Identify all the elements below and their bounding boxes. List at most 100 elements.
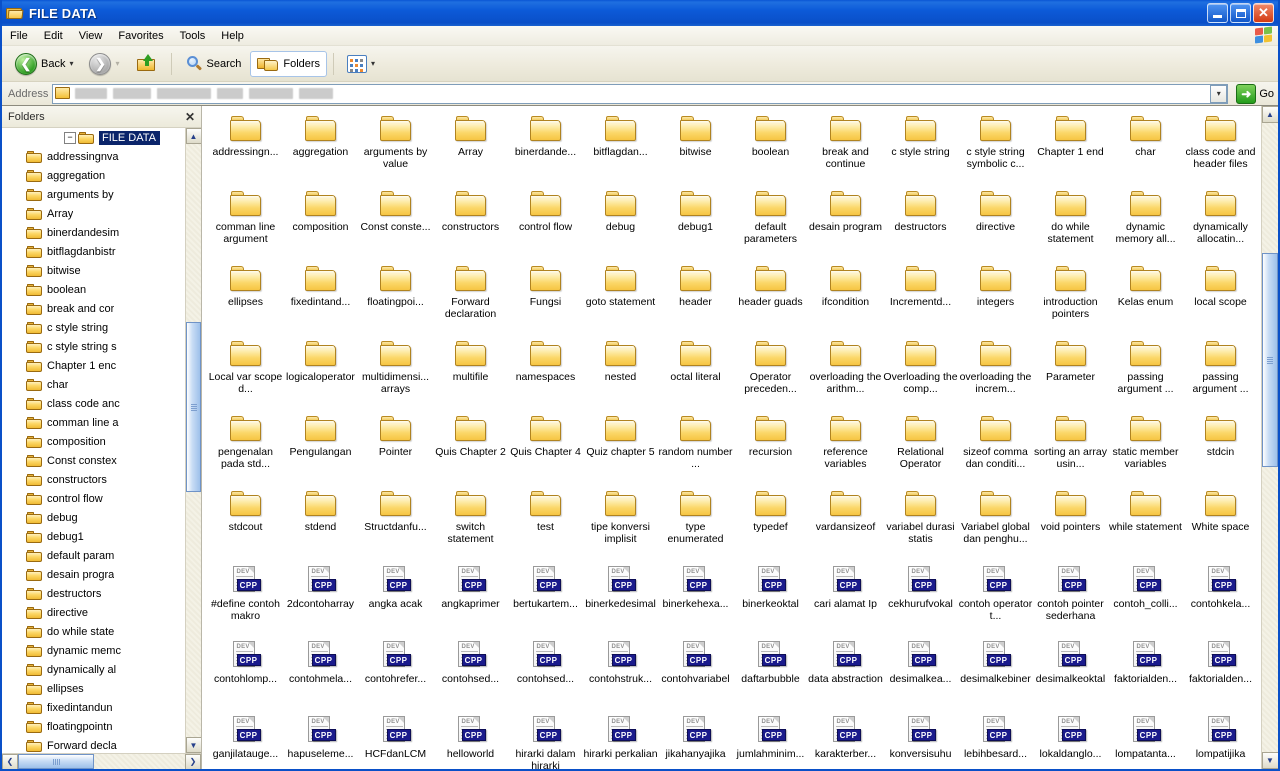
- scroll-left-button[interactable]: ❮: [2, 753, 18, 769]
- scroll-right-button[interactable]: ❯: [185, 753, 201, 769]
- file-item[interactable]: DEV CPP contoh pointer sederhana: [1033, 562, 1108, 637]
- folder-item[interactable]: debug: [583, 187, 658, 262]
- folder-item[interactable]: introduction pointers: [1033, 262, 1108, 337]
- minimize-button[interactable]: [1207, 3, 1228, 23]
- folders-button[interactable]: Folders: [250, 50, 328, 77]
- file-item[interactable]: DEV CPP daftarbubble: [733, 637, 808, 712]
- folder-item[interactable]: comman line argument: [208, 187, 283, 262]
- folder-item[interactable]: Quiz chapter 5: [583, 412, 658, 487]
- file-item[interactable]: DEV CPP contoh operator t...: [958, 562, 1033, 637]
- menu-item-help[interactable]: Help: [213, 28, 252, 44]
- folder-item[interactable]: control flow: [508, 187, 583, 262]
- tree-item[interactable]: comman line a: [24, 413, 185, 432]
- folder-item[interactable]: desain program: [808, 187, 883, 262]
- content-scroll-down-button[interactable]: ▼: [1261, 752, 1278, 769]
- folder-item[interactable]: Array: [433, 112, 508, 187]
- tree-item[interactable]: class code anc: [24, 394, 185, 413]
- folder-item[interactable]: Parameter: [1033, 337, 1108, 412]
- file-item[interactable]: DEV CPP contohkela...: [1183, 562, 1258, 637]
- folder-item[interactable]: overloading the arithm...: [808, 337, 883, 412]
- tree-item[interactable]: directive: [24, 603, 185, 622]
- folder-item[interactable]: debug1: [658, 187, 733, 262]
- file-item[interactable]: DEV CPP bertukartem...: [508, 562, 583, 637]
- folder-item[interactable]: Kelas enum: [1108, 262, 1183, 337]
- folder-item[interactable]: overloading the increm...: [958, 337, 1033, 412]
- tree-item[interactable]: dynamic memc: [24, 641, 185, 660]
- tree-scroll-track-top[interactable]: [185, 144, 201, 322]
- folder-item[interactable]: floatingpoi...: [358, 262, 433, 337]
- folder-item[interactable]: multifile: [433, 337, 508, 412]
- tree-item[interactable]: Forward decla: [24, 736, 185, 753]
- folder-item[interactable]: Quis Chapter 4: [508, 412, 583, 487]
- folder-item[interactable]: do while statement: [1033, 187, 1108, 262]
- folder-item[interactable]: c style string symbolic c...: [958, 112, 1033, 187]
- views-dropdown-caret-icon[interactable]: ▾: [371, 59, 375, 68]
- tree-scroll-track-bottom[interactable]: [185, 492, 201, 737]
- file-item[interactable]: DEV CPP contohvariabel: [658, 637, 733, 712]
- folder-item[interactable]: octal literal: [658, 337, 733, 412]
- file-item[interactable]: DEV CPP faktorialden...: [1183, 637, 1258, 712]
- file-item[interactable]: DEV CPP contohrefer...: [358, 637, 433, 712]
- tree-root-node[interactable]: − FILE DATA: [2, 128, 185, 147]
- folder-item[interactable]: sorting an array usin...: [1033, 412, 1108, 487]
- folder-item[interactable]: Overloading the comp...: [883, 337, 958, 412]
- folder-item[interactable]: passing argument ...: [1108, 337, 1183, 412]
- tree-item[interactable]: arguments by: [24, 185, 185, 204]
- file-item[interactable]: DEV CPP lompatijika: [1183, 712, 1258, 769]
- folder-item[interactable]: dynamically allocatin...: [1183, 187, 1258, 262]
- tree-item[interactable]: c style string s: [24, 337, 185, 356]
- file-item[interactable]: DEV CPP contohsed...: [508, 637, 583, 712]
- folder-item[interactable]: type enumerated: [658, 487, 733, 562]
- tree-hscroll-track[interactable]: [94, 753, 185, 769]
- tree-item[interactable]: constructors: [24, 470, 185, 489]
- file-item[interactable]: DEV CPP angka acak: [358, 562, 433, 637]
- folder-item[interactable]: char: [1108, 112, 1183, 187]
- file-item[interactable]: DEV CPP jumlahminim...: [733, 712, 808, 769]
- tree-scroll-thumb[interactable]: [186, 322, 201, 492]
- folder-item[interactable]: Relational Operator: [883, 412, 958, 487]
- folder-item[interactable]: vardansizeof: [808, 487, 883, 562]
- tree-item[interactable]: break and cor: [24, 299, 185, 318]
- file-item[interactable]: DEV CPP ganjilatauge...: [208, 712, 283, 769]
- folder-item[interactable]: Pengulangan: [283, 412, 358, 487]
- close-button[interactable]: ✕: [1253, 3, 1274, 23]
- content-vertical-scrollbar[interactable]: ▲ ▼: [1261, 106, 1278, 769]
- tree-item[interactable]: c style string: [24, 318, 185, 337]
- folder-item[interactable]: stdcout: [208, 487, 283, 562]
- folder-item[interactable]: bitwise: [658, 112, 733, 187]
- folder-item[interactable]: typedef: [733, 487, 808, 562]
- address-dropdown-button[interactable]: ▾: [1210, 84, 1228, 103]
- folder-item[interactable]: static member variables: [1108, 412, 1183, 487]
- maximize-button[interactable]: [1230, 3, 1251, 23]
- file-item[interactable]: DEV CPP helloworld: [433, 712, 508, 769]
- file-list-pane[interactable]: addressingn... aggregation arguments by va…: [202, 106, 1278, 769]
- tree-vertical-scrollbar[interactable]: ▲ ▼: [185, 128, 201, 753]
- back-dropdown-caret-icon[interactable]: ▾: [69, 59, 73, 68]
- up-button[interactable]: [129, 50, 165, 78]
- tree-item[interactable]: addressingnva: [24, 147, 185, 166]
- folder-item[interactable]: nested: [583, 337, 658, 412]
- menu-item-view[interactable]: View: [71, 28, 111, 44]
- folder-item[interactable]: ifcondition: [808, 262, 883, 337]
- folder-item[interactable]: constructors: [433, 187, 508, 262]
- tree-item[interactable]: debug1: [24, 527, 185, 546]
- content-scroll-track-bottom[interactable]: [1261, 467, 1278, 752]
- file-item[interactable]: DEV CPP desimalkebiner: [958, 637, 1033, 712]
- tree-item[interactable]: default param: [24, 546, 185, 565]
- folder-item[interactable]: class code and header files: [1183, 112, 1258, 187]
- file-item[interactable]: DEV CPP binerkedesimal: [583, 562, 658, 637]
- folder-item[interactable]: Const conste...: [358, 187, 433, 262]
- file-item[interactable]: DEV CPP hirarki dalam hirarki: [508, 712, 583, 769]
- file-item[interactable]: DEV CPP lompatanta...: [1108, 712, 1183, 769]
- folder-item[interactable]: header guads: [733, 262, 808, 337]
- folder-item[interactable]: dynamic memory all...: [1108, 187, 1183, 262]
- file-item[interactable]: DEV CPP contoh_colli...: [1108, 562, 1183, 637]
- folder-item[interactable]: goto statement: [583, 262, 658, 337]
- scroll-up-button[interactable]: ▲: [185, 128, 201, 144]
- folder-item[interactable]: Fungsi: [508, 262, 583, 337]
- folder-item[interactable]: while statement: [1108, 487, 1183, 562]
- file-item[interactable]: DEV CPP contohstruk...: [583, 637, 658, 712]
- tree-item[interactable]: debug: [24, 508, 185, 527]
- tree-item[interactable]: boolean: [24, 280, 185, 299]
- forward-button[interactable]: ❯ ▾: [82, 49, 126, 79]
